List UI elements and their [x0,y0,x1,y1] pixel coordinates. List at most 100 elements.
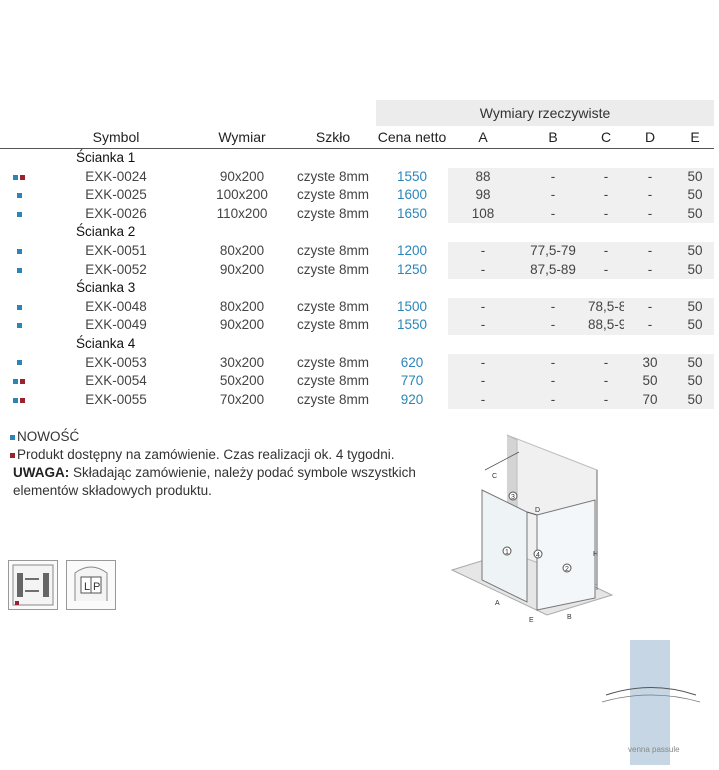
cell-c: - [588,241,624,261]
legend-order: Produkt dostępny na zamówienie. Czas rea… [10,446,450,464]
cell-a: 88 [448,167,518,187]
cell-wymiar: 90x200 [219,168,265,184]
cell-e: 50 [676,260,715,280]
legend-order-label: Produkt dostępny na zamówienie. Czas rea… [17,447,395,462]
blue-square-icon [13,397,18,403]
cell-d: - [624,316,676,335]
cell-e: 50 [676,186,715,205]
cell-c: 88,5-90 [588,316,624,335]
row-markers [0,298,38,317]
cell-d: - [624,186,676,205]
shower-diagram: 1 2 3 4 A B C D E H [447,430,617,640]
cell-szklo: czyste 8mm [296,261,369,277]
cell-cena: 1200 [396,242,428,258]
diagram-label-1: 1 [505,549,509,556]
red-square-icon [20,379,25,385]
group-title: Ścianka 2 [76,224,136,240]
table-row: EXK-0026110x200czyste 8mm1650108---50200 [0,204,715,224]
cell-symbol: EXK-0048 [85,298,147,314]
cell-b: - [518,204,588,224]
cell-cena: 920 [400,391,424,407]
blue-square-icon [16,211,22,217]
cell-symbol: EXK-0052 [85,261,147,277]
cell-cena: 770 [400,373,424,389]
warning-note: UWAGA: Składając zamówienie, należy poda… [10,464,450,500]
table-row: EXK-004880x200czyste 8mm1500--78,5-80-50… [0,297,715,317]
cell-a: - [448,260,518,280]
cell-wymiar: 80x200 [219,298,265,314]
row-markers [0,372,38,391]
diagram-label-d: D [535,507,540,514]
cell-d: - [624,260,676,280]
blue-square-icon [13,379,18,385]
column-header-row: Symbol Wymiar Szkło Cena netto A B C D E [0,126,715,149]
price-table-wrapper: Wymiary rzeczywiste Symbol Wymiar Szkło … [0,100,719,410]
cell-a: 108 [448,204,518,224]
group-row: Ścianka 3 [0,279,714,298]
diagram-label-a: A [495,600,500,607]
cell-symbol: EXK-0051 [85,242,147,258]
diagram-label-2: 2 [565,566,569,573]
cell-szklo: czyste 8mm [296,168,369,184]
cell-szklo: czyste 8mm [296,242,369,258]
cell-a: - [448,353,518,373]
cell-wymiar: 100x200 [216,187,268,203]
header-szklo: Szkło [290,126,376,149]
notes-section: NOWOŚĆ Produkt dostępny na zamówienie. C… [10,428,450,500]
cell-c: - [588,167,624,187]
cell-symbol: EXK-0024 [85,168,147,184]
table-row: EXK-002490x200czyste 8mm155088---50200 [0,167,715,187]
cell-e: 50 [676,241,715,261]
blue-square-icon [16,193,22,199]
cell-szklo: czyste 8mm [296,205,369,221]
warning-text: Składając zamówienie, należy podać symbo… [13,465,416,498]
warning-bold: UWAGA: [13,465,70,480]
cell-wymiar: 110x200 [216,205,268,221]
header-c: C [588,126,624,149]
cell-wymiar: 50x200 [219,373,265,389]
cell-d: - [624,167,676,187]
cell-szklo: czyste 8mm [296,391,369,407]
diagram-label-e: E [529,617,534,624]
cell-b: - [518,316,588,335]
row-markers [0,168,38,187]
cell-d: - [624,297,676,317]
wall-mount-icon [8,560,58,610]
cell-b: - [518,372,588,391]
row-markers [0,391,38,410]
cell-szklo: czyste 8mm [296,298,369,314]
blue-square-icon [16,248,22,254]
table-row: EXK-005330x200czyste 8mm620---3050200 [0,353,715,373]
cell-symbol: EXK-0054 [85,373,147,389]
cell-c: - [588,372,624,391]
cell-a: - [448,390,518,410]
cell-wymiar: 70x200 [219,391,265,407]
cell-symbol: EXK-0025 [85,187,147,203]
cell-szklo: czyste 8mm [296,317,369,333]
cell-szklo: czyste 8mm [296,373,369,389]
blue-square-icon [13,174,18,180]
table-row: EXK-004990x200czyste 8mm1550--88,5-90-50… [0,316,715,335]
cell-d: 50 [624,372,676,391]
cell-wymiar: 80x200 [219,242,265,258]
diagram-label-3: 3 [511,494,515,501]
header-b: B [518,126,588,149]
table-row: EXK-0051 80x200 czyste 8mm 1200-77,5-79- -50… [0,241,715,261]
blue-square-icon [16,360,22,366]
cell-b: - [518,167,588,187]
cell-e: 50 [676,297,715,317]
logo-text: venna passule [628,745,680,754]
dims-header-row: Wymiary rzeczywiste [0,100,715,126]
cell-c: - [588,390,624,410]
row-markers [0,186,38,205]
cell-cena: 1550 [396,317,428,333]
cell-wymiar: 90x200 [219,317,265,333]
header-d: D [624,126,676,149]
cell-b: - [518,390,588,410]
cell-c: - [588,260,624,280]
table-row: EXK-0052 90x200 czyste 8mm 1250-87,5-89- -50… [0,260,715,280]
cell-b: - [518,297,588,317]
row-markers [0,242,38,261]
cell-e: 50 [676,353,715,373]
svg-text:L: L [84,581,90,593]
